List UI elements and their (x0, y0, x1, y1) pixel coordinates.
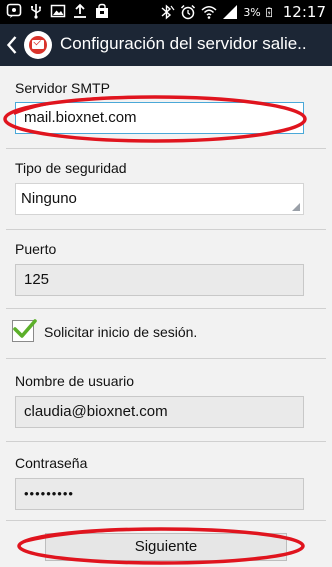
require-signin-checkbox[interactable] (12, 319, 37, 342)
page-title: Configuración del servidor salie.. (60, 34, 307, 53)
upload-icon (74, 3, 86, 18)
require-signin-row[interactable]: Solicitar inicio de sesión. (10, 318, 320, 346)
message-icon (6, 3, 22, 18)
security-type-select[interactable]: Ninguno (15, 183, 304, 215)
divider (6, 148, 326, 149)
divider (6, 520, 326, 521)
clock: 12:17 (282, 3, 326, 21)
image-icon (50, 4, 66, 18)
back-icon[interactable] (6, 35, 18, 55)
battery-charging-icon (266, 7, 272, 18)
divider (6, 358, 326, 359)
signal-icon (223, 5, 238, 19)
username-label: Nombre de usuario (15, 373, 135, 389)
shopping-bag-icon (96, 3, 108, 18)
dropdown-corner-icon (292, 203, 300, 211)
smtp-server-input[interactable]: mail.bioxnet.com (15, 102, 304, 134)
system-icons: 3% 12:17 (159, 3, 326, 21)
notification-icons (6, 3, 110, 19)
security-type-label: Tipo de seguridad (15, 160, 127, 176)
status-bar: 3% 12:17 (0, 0, 332, 24)
divider (6, 229, 326, 230)
email-app-icon[interactable] (24, 31, 52, 59)
bluetooth-muted-icon (161, 4, 175, 20)
alarm-icon (181, 4, 196, 20)
smtp-server-label: Servidor SMTP (15, 80, 110, 96)
next-button[interactable]: Siguiente (45, 533, 287, 561)
divider (6, 441, 326, 442)
password-input[interactable]: ••••••••• (15, 478, 304, 510)
action-bar: Configuración del servidor salie.. (0, 24, 332, 66)
password-label: Contraseña (15, 455, 88, 471)
username-input[interactable]: claudia@bioxnet.com (15, 396, 304, 428)
port-input[interactable]: 125 (15, 264, 304, 296)
wifi-icon (201, 6, 217, 19)
require-signin-label: Solicitar inicio de sesión. (44, 324, 198, 340)
checkmark-icon (13, 319, 37, 338)
port-label: Puerto (15, 241, 57, 257)
divider (6, 308, 326, 309)
security-type-value: Ninguno (21, 190, 77, 207)
usb-icon (31, 4, 42, 19)
battery-percent: 3% (243, 5, 261, 19)
